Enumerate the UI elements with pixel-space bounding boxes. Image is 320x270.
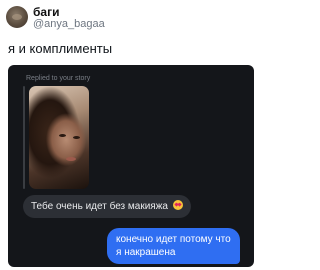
story-thumbnail[interactable] <box>29 86 89 189</box>
incoming-message-text: Тебе очень идет без макияжа <box>31 201 168 212</box>
heart-eyes-emoji-icon <box>172 200 183 210</box>
story-eye-left <box>59 134 66 137</box>
outgoing-message[interactable]: конечно идет потому что я накрашена <box>107 228 240 264</box>
dm-screenshot: Replied to your story Тебе очень идет бе… <box>8 65 254 267</box>
reply-indicator-line <box>23 86 25 189</box>
display-name[interactable]: баги <box>33 5 59 19</box>
reply-label: Replied to your story <box>26 75 91 82</box>
user-handle[interactable]: @anya_bagaa <box>33 18 105 30</box>
story-eye-right <box>73 136 80 139</box>
avatar[interactable] <box>6 6 28 28</box>
story-lips <box>66 157 76 161</box>
incoming-message[interactable]: Тебе очень идет без макияжа <box>23 195 191 218</box>
outgoing-message-text: конечно идет потому что я накрашена <box>116 234 231 258</box>
tweet-text: я и комплименты <box>8 41 113 56</box>
